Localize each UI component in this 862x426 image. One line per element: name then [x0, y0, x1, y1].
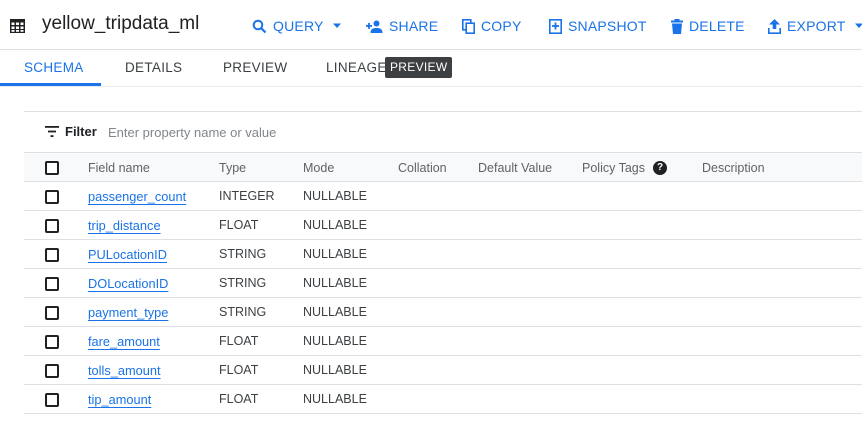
- export-button[interactable]: EXPORT: [768, 16, 862, 36]
- delete-label: DELETE: [689, 18, 745, 34]
- query-label: QUERY: [273, 18, 324, 34]
- field-mode: NULLABLE: [303, 189, 367, 203]
- column-header-collation: Collation: [398, 161, 447, 175]
- schema-table: Field name Type Mode Collation Default V…: [24, 152, 862, 414]
- row-checkbox[interactable]: [45, 364, 59, 378]
- share-button[interactable]: SHARE: [366, 16, 438, 36]
- column-header-policy-tags: Policy Tags ?: [582, 153, 667, 183]
- table-row: fare_amount FLOAT NULLABLE: [24, 327, 862, 356]
- field-mode: NULLABLE: [303, 276, 367, 290]
- field-type: STRING: [219, 247, 267, 261]
- copy-label: COPY: [481, 18, 522, 34]
- field-mode: NULLABLE: [303, 334, 367, 348]
- lineage-preview-badge: PREVIEW: [385, 57, 453, 78]
- page-title: yellow_tripdata_ml: [42, 13, 200, 34]
- row-checkbox[interactable]: [45, 190, 59, 204]
- field-type: FLOAT: [219, 218, 259, 232]
- field-type: FLOAT: [219, 334, 259, 348]
- filter-icon: [45, 126, 59, 137]
- field-type: STRING: [219, 305, 267, 319]
- table-icon: [10, 19, 25, 33]
- field-name-link[interactable]: trip_distance: [88, 218, 161, 233]
- field-name-link[interactable]: tolls_amount: [88, 363, 161, 378]
- row-checkbox[interactable]: [45, 393, 59, 407]
- table-row: DOLocationID STRING NULLABLE: [24, 269, 862, 298]
- query-button[interactable]: QUERY: [252, 16, 342, 36]
- snapshot-button[interactable]: SNAPSHOT: [549, 16, 647, 36]
- delete-button[interactable]: DELETE: [671, 16, 745, 36]
- column-header-default-value: Default Value: [478, 161, 553, 175]
- panel-divider: [24, 111, 862, 112]
- column-header-field-name: Field name: [88, 161, 150, 175]
- field-name-link[interactable]: passenger_count: [88, 189, 186, 204]
- filter-input[interactable]: [106, 121, 406, 143]
- share-label: SHARE: [389, 18, 439, 34]
- tab-schema[interactable]: SCHEMA: [24, 60, 84, 75]
- chevron-down-icon: [854, 23, 862, 28]
- chevron-down-icon: [332, 23, 341, 28]
- field-type: INTEGER: [219, 189, 275, 203]
- table-row: tolls_amount FLOAT NULLABLE: [24, 356, 862, 385]
- upload-icon: [768, 18, 781, 34]
- row-checkbox[interactable]: [45, 277, 59, 291]
- table-row: passenger_count INTEGER NULLABLE: [24, 182, 862, 211]
- filter-label: Filter: [65, 124, 97, 139]
- field-mode: NULLABLE: [303, 392, 367, 406]
- column-header-type: Type: [219, 161, 247, 175]
- copy-icon: [462, 18, 475, 34]
- search-icon: [252, 19, 267, 33]
- table-row: PULocationID STRING NULLABLE: [24, 240, 862, 269]
- tab-lineage[interactable]: LINEAGE: [326, 60, 387, 75]
- row-checkbox[interactable]: [45, 248, 59, 262]
- row-checkbox[interactable]: [45, 219, 59, 233]
- column-header-description: Description: [702, 161, 765, 175]
- field-mode: NULLABLE: [303, 305, 367, 319]
- trash-icon: [671, 18, 683, 34]
- table-header-row: Field name Type Mode Collation Default V…: [24, 152, 862, 182]
- field-name-link[interactable]: tip_amount: [88, 392, 151, 407]
- field-type: STRING: [219, 276, 267, 290]
- tabs-divider: [0, 86, 862, 87]
- tab-details[interactable]: DETAILS: [125, 60, 182, 75]
- table-row: tip_amount FLOAT NULLABLE: [24, 385, 862, 414]
- field-type: FLOAT: [219, 392, 259, 406]
- select-all-checkbox[interactable]: [45, 161, 59, 175]
- row-checkbox[interactable]: [45, 335, 59, 349]
- snapshot-label: SNAPSHOT: [568, 18, 647, 34]
- field-mode: NULLABLE: [303, 363, 367, 377]
- field-name-link[interactable]: payment_type: [88, 305, 168, 320]
- field-name-link[interactable]: PULocationID: [88, 247, 167, 262]
- person-add-icon: [366, 20, 383, 33]
- policy-tags-label: Policy Tags: [582, 161, 645, 175]
- table-row: payment_type STRING NULLABLE: [24, 298, 862, 327]
- copy-button[interactable]: COPY: [462, 16, 521, 36]
- tab-preview[interactable]: PREVIEW: [223, 60, 287, 75]
- field-mode: NULLABLE: [303, 247, 367, 261]
- field-name-link[interactable]: DOLocationID: [88, 276, 168, 291]
- export-label: EXPORT: [787, 18, 846, 34]
- field-mode: NULLABLE: [303, 218, 367, 232]
- table-row: trip_distance FLOAT NULLABLE: [24, 211, 862, 240]
- field-name-link[interactable]: fare_amount: [88, 334, 160, 349]
- help-icon[interactable]: ?: [653, 161, 667, 175]
- row-checkbox[interactable]: [45, 306, 59, 320]
- snapshot-icon: [549, 18, 562, 34]
- field-type: FLOAT: [219, 363, 259, 377]
- toolbar: yellow_tripdata_ml QUERY SHARE COPY SNAP…: [0, 0, 862, 50]
- column-header-mode: Mode: [303, 161, 335, 175]
